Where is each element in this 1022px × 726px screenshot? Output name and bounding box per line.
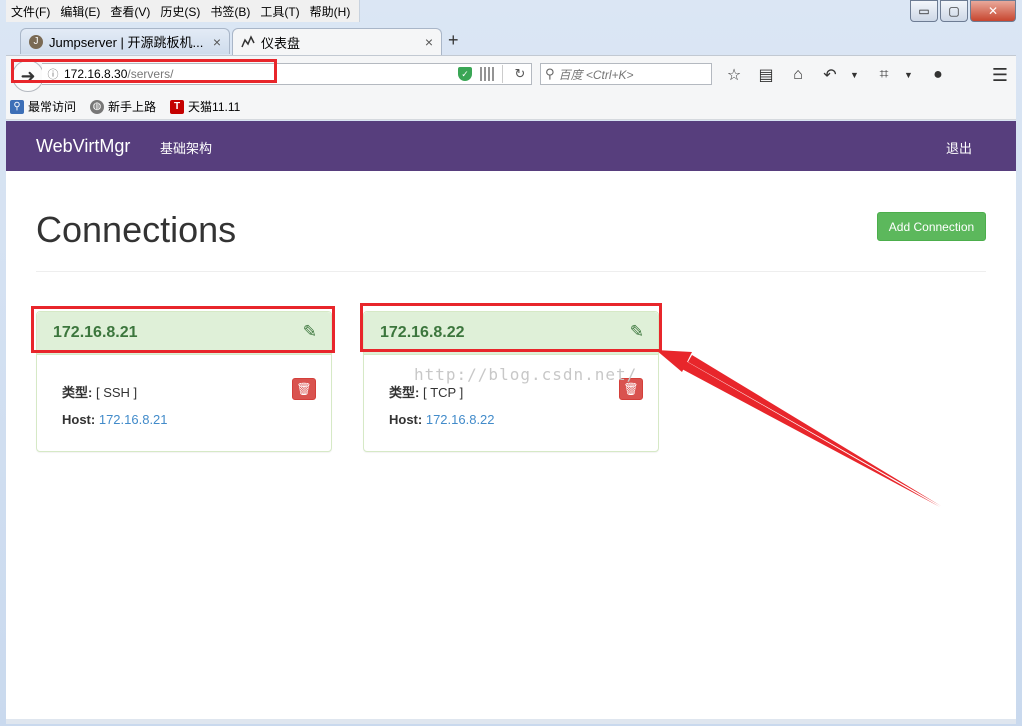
add-connection-button[interactable]: Add Connection [877, 212, 986, 241]
tmall-icon: T [170, 99, 185, 114]
menu-history[interactable]: 历史(S) [155, 3, 205, 20]
dashboard-favicon-icon [241, 35, 255, 49]
page-title: Connections [36, 209, 237, 250]
type-value: [ TCP ] [422, 385, 464, 400]
host-link[interactable]: 172.16.8.21 [99, 412, 168, 427]
browser-window: 文件(F) 编辑(E) 查看(V) 历史(S) 书签(B) 工具(T) 帮助(H… [0, 0, 1022, 726]
trash-icon: 🗑 [296, 382, 312, 396]
navigation-toolbar: ➜ ⓘ 172.16.8.30/servers/ ✓ ↻ ⚲ 百度 <Ctrl+… [6, 55, 1016, 94]
type-value: [ SSH ] [95, 385, 138, 400]
type-label: 类型: [62, 385, 93, 400]
url-host: 172.16.8.30 [64, 67, 128, 81]
app-brand[interactable]: WebVirtMgr [36, 136, 130, 157]
tab-dashboard[interactable]: 仪表盘 × [232, 28, 442, 55]
connection-header: 172.16.8.21 ✎ [37, 312, 331, 355]
new-tab-button[interactable]: + [448, 30, 459, 51]
minimize-button[interactable]: ▭ [910, 0, 938, 22]
watermark-text: http://blog.csdn.net/ [414, 365, 638, 384]
screenshot-dropdown-icon[interactable]: ▼ [904, 70, 916, 80]
maximize-button[interactable]: ▢ [940, 0, 968, 22]
page-content: WebVirtMgr 基础架构 退出 Connections Add Conne… [6, 121, 1016, 719]
bookmark-tmall[interactable]: T 天猫11.11 [170, 98, 240, 115]
undo-icon[interactable]: ↶ [818, 64, 842, 86]
menu-tools[interactable]: 工具(T) [255, 3, 304, 20]
menu-bookmarks[interactable]: 书签(B) [205, 3, 255, 20]
back-button[interactable]: ➜ [12, 60, 44, 92]
connection-host-row: Host: 172.16.8.22 [389, 412, 495, 427]
host-link[interactable]: 172.16.8.22 [426, 412, 495, 427]
bookmark-star-icon[interactable]: ☆ [722, 64, 746, 86]
menu-edit[interactable]: 编辑(E) [55, 3, 105, 20]
menu-view[interactable]: 查看(V) [105, 3, 155, 20]
trash-icon: 🗑 [623, 382, 639, 396]
host-label: Host: [62, 412, 96, 427]
close-window-button[interactable]: ✕ [970, 0, 1016, 22]
connection-name[interactable]: 172.16.8.21 [53, 324, 138, 342]
hamburger-menu-icon[interactable]: ☰ [992, 65, 1008, 86]
crop-screenshot-icon[interactable]: ⌗ [872, 64, 896, 86]
site-info-icon[interactable]: ⓘ [42, 66, 64, 82]
tab-bar: J Jumpserver | 开源跳板机... × 仪表盘 × + [6, 24, 1016, 55]
logout-link[interactable]: 退出 [946, 138, 972, 157]
app-navbar: WebVirtMgr 基础架构 退出 [6, 121, 1016, 171]
bookmark-label: 最常访问 [28, 100, 77, 114]
tab-close-icon[interactable]: × [213, 34, 221, 50]
status-bar [6, 719, 1016, 724]
url-path: /servers/ [127, 67, 174, 81]
url-separator [502, 65, 503, 83]
maximize-icon: ▢ [948, 4, 960, 18]
tab-label: 仪表盘 [261, 35, 301, 51]
tab-jumpserver[interactable]: J Jumpserver | 开源跳板机... × [20, 28, 230, 54]
bookmark-label: 天猫11.11 [188, 100, 241, 114]
menu-file[interactable]: 文件(F) [6, 3, 55, 20]
connection-type-row: 类型: [ SSH ] [62, 382, 137, 401]
search-input[interactable]: ⚲ 百度 <Ctrl+K> [540, 63, 712, 85]
window-controls: ▭ ▢ ✕ [910, 0, 1016, 22]
chat-bubble-icon[interactable]: ● [926, 64, 950, 86]
undo-dropdown-icon[interactable]: ▼ [850, 70, 862, 80]
connection-host-row: Host: 172.16.8.21 [62, 412, 168, 427]
connection-header: 172.16.8.22 ✎ [364, 312, 658, 355]
bookmark-label: 新手上路 [108, 100, 157, 114]
back-arrow-icon: ➜ [20, 65, 36, 86]
pencil-edit-icon[interactable]: ✎ [630, 322, 644, 342]
connection-card: 172.16.8.21 ✎ 类型: [ SSH ] Host: 172.16.8… [36, 311, 332, 452]
security-shield-icon[interactable]: ✓ [458, 67, 472, 81]
address-bar[interactable]: ⓘ 172.16.8.30/servers/ ✓ ↻ [42, 63, 532, 85]
host-label: Host: [389, 412, 423, 427]
connection-type-row: 类型: [ TCP ] [389, 382, 463, 401]
jumpserver-favicon-icon: J [29, 34, 43, 49]
bookmark-getting-started[interactable]: ◍ 新手上路 [90, 98, 156, 115]
pencil-edit-icon[interactable]: ✎ [303, 322, 317, 342]
reload-icon[interactable]: ↻ [509, 66, 531, 82]
divider [36, 271, 986, 272]
connection-name[interactable]: 172.16.8.22 [380, 324, 465, 342]
search-placeholder: 百度 <Ctrl+K> [558, 67, 634, 82]
reading-list-icon[interactable]: ▤ [754, 64, 778, 86]
search-icon: ⚲ [545, 66, 555, 81]
delete-connection-button[interactable]: 🗑 [292, 378, 316, 400]
bookmark-most-visited[interactable]: ⚲ 最常访问 [10, 98, 76, 115]
nav-infrastructure[interactable]: 基础架构 [160, 138, 212, 157]
globe-icon: ◍ [90, 99, 105, 114]
home-icon[interactable]: ⌂ [786, 64, 810, 86]
qr-code-icon[interactable] [480, 67, 494, 81]
minimize-icon: ▭ [918, 4, 930, 18]
type-label: 类型: [389, 385, 420, 400]
most-visited-icon: ⚲ [10, 99, 24, 114]
toolbar-icons: ☆ ▤ ⌂ ↶ ▼ ⌗ ▼ ● [722, 64, 958, 86]
bookmarks-toolbar: ⚲ 最常访问 ◍ 新手上路 T 天猫11.11 [6, 94, 1016, 120]
close-icon: ✕ [987, 4, 999, 18]
url-text[interactable]: 172.16.8.30/servers/ [64, 67, 458, 81]
menu-help[interactable]: 帮助(H) [305, 3, 356, 20]
tab-label: Jumpserver | 开源跳板机... [49, 35, 204, 50]
menu-bar: 文件(F) 编辑(E) 查看(V) 历史(S) 书签(B) 工具(T) 帮助(H… [6, 0, 361, 22]
tab-close-icon[interactable]: × [425, 34, 433, 50]
